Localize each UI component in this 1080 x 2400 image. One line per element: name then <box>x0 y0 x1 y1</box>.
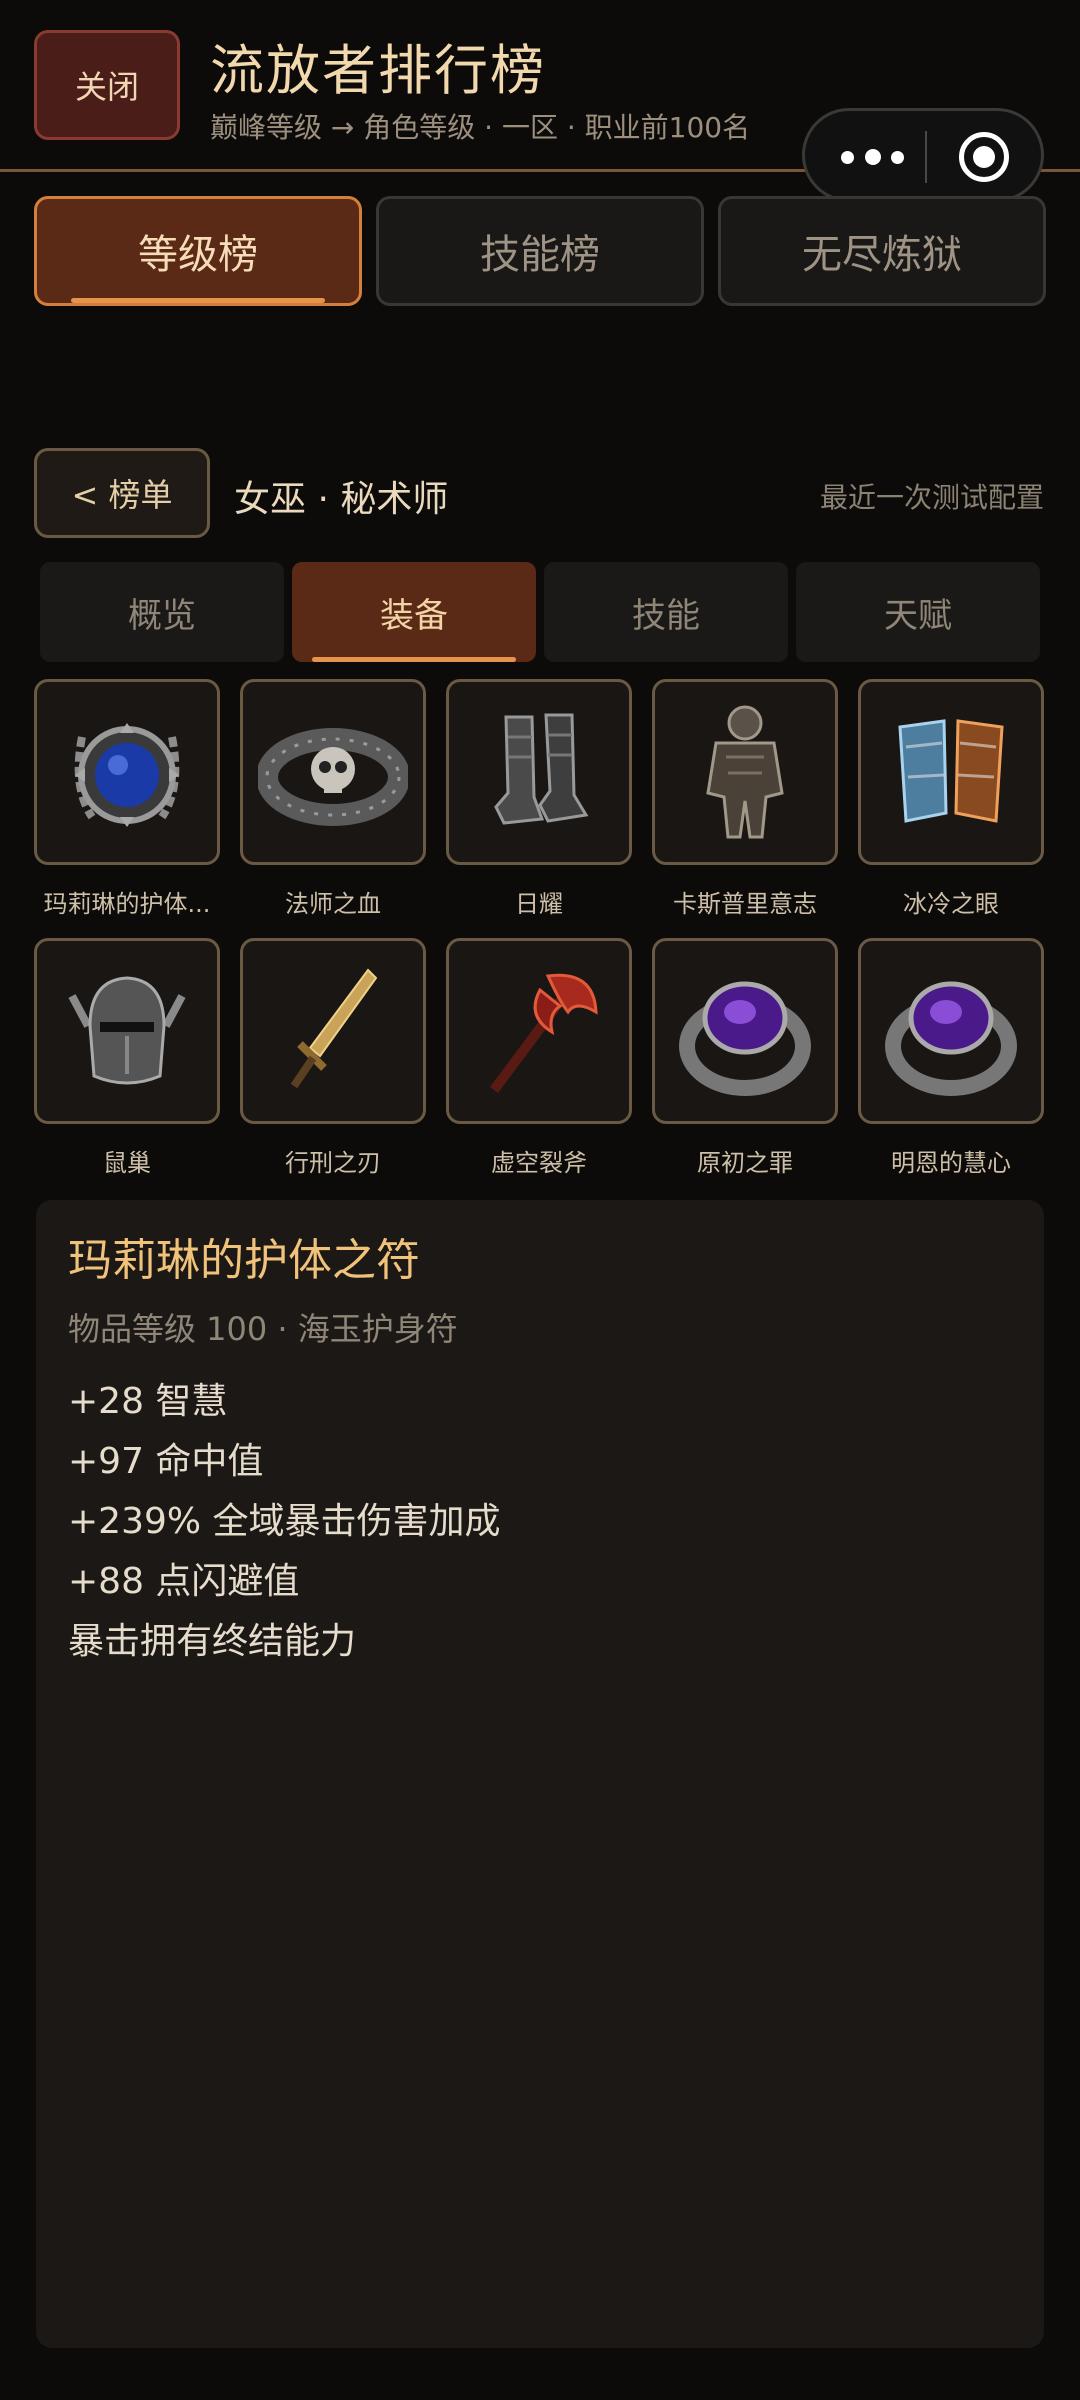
item-stat: 暴击拥有终结能力 <box>68 1621 357 1662</box>
helmet-icon <box>68 976 186 1085</box>
equipment-label-amulet: 玛莉琳的护体... <box>43 890 211 918</box>
ring-icon <box>679 981 811 1096</box>
equipment-label-helmet: 鼠巢 <box>103 1149 151 1177</box>
equipment-label-weapon: 行刑之刃 <box>285 1149 381 1177</box>
equipment-slot-gloves[interactable] <box>858 679 1044 865</box>
boots-icon <box>494 713 589 825</box>
equipment-slot-weapon[interactable] <box>240 938 426 1124</box>
item-stat: +97 命中值 <box>68 1441 264 1482</box>
equipment-label-ring-2: 明恩的慧心 <box>891 1149 1011 1177</box>
axe-icon <box>489 973 598 1093</box>
tab-skills[interactable]: 技能 <box>544 562 788 662</box>
armor-icon <box>706 705 784 839</box>
equipment-label-boots: 日耀 <box>515 890 563 918</box>
equipment-label-belt: 法师之血 <box>285 890 381 918</box>
equipment-slot-ring-2[interactable] <box>858 938 1044 1124</box>
equipment-label-gloves: 冰冷之眼 <box>903 890 999 918</box>
capsule-divider <box>925 131 927 183</box>
equipment-slot-belt[interactable] <box>240 679 426 865</box>
item-detail-panel: 玛莉琳的护体之符 物品等级 100 · 海玉护身符 +28 智慧 +97 命中值… <box>36 1200 1044 2348</box>
item-name: 玛莉琳的护体之符 <box>68 1235 420 1286</box>
equipment-slot-boots[interactable] <box>446 679 632 865</box>
character-class: 女巫 · 秘术师 <box>234 479 449 520</box>
item-stat: +239% 全域暴击伤害加成 <box>68 1501 501 1542</box>
config-note: 最近一次测试配置 <box>819 481 1044 514</box>
equipment-slot-armor[interactable] <box>652 679 838 865</box>
tab-talents[interactable]: 天赋 <box>796 562 1040 662</box>
tab-equipment[interactable]: 装备 <box>292 562 536 662</box>
item-meta: 物品等级 100 · 海玉护身符 <box>68 1310 458 1348</box>
equipment-slot-amulet[interactable] <box>34 679 220 865</box>
item-stat: +88 点闪避值 <box>68 1561 300 1602</box>
tab-endless-inferno[interactable]: 无尽炼狱 <box>718 196 1046 306</box>
sword-icon <box>290 968 378 1089</box>
amulet-icon <box>74 723 180 827</box>
tab-level[interactable]: 等级榜 <box>34 196 362 306</box>
equipment-slot-helmet[interactable] <box>34 938 220 1124</box>
tab-skill[interactable]: 技能榜 <box>376 196 704 306</box>
ring-icon <box>885 981 1017 1096</box>
equipment-label-armor: 卡斯普里意志 <box>673 890 817 918</box>
equipment-label-offhand: 虚空裂斧 <box>491 1149 587 1177</box>
skull-belt-icon <box>258 728 408 826</box>
page-title: 流放者排行榜 <box>210 39 546 102</box>
back-to-list-button[interactable]: < 榜单 <box>34 448 210 538</box>
exit-target-icon[interactable] <box>959 132 1009 182</box>
tab-overview[interactable]: 概览 <box>40 562 284 662</box>
close-button[interactable]: 关闭 <box>34 30 180 140</box>
more-icon[interactable] <box>835 147 911 167</box>
mini-program-capsule <box>802 108 1044 202</box>
page-subtitle: 巅峰等级 → 角色等级 · 一区 · 职业前100名 <box>210 111 751 144</box>
item-stat: +28 智慧 <box>68 1381 228 1422</box>
equipment-slot-ring-1[interactable] <box>652 938 838 1124</box>
equipment-label-ring-1: 原初之罪 <box>697 1149 793 1177</box>
equipment-slot-offhand[interactable] <box>446 938 632 1124</box>
gloves-icon <box>898 719 1004 823</box>
